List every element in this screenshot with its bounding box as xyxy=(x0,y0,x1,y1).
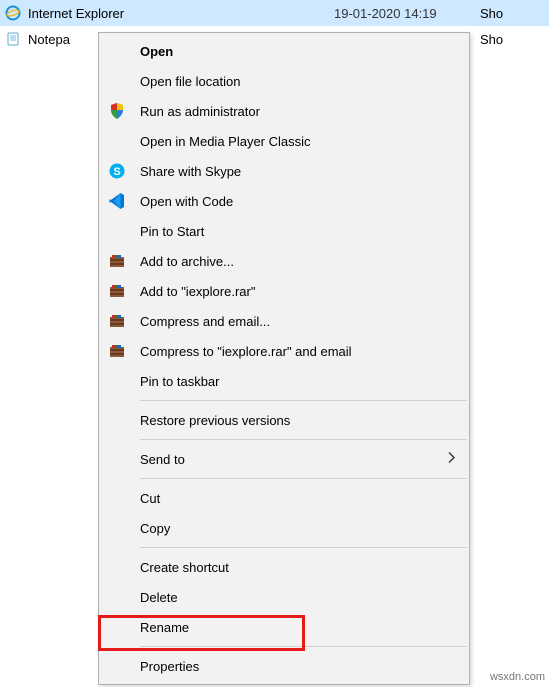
menu-label: Pin to Start xyxy=(140,224,438,239)
vscode-icon xyxy=(106,190,128,212)
file-row-ie[interactable]: Internet Explorer 19-01-2020 14:19 Sho xyxy=(0,0,549,26)
file-name: Internet Explorer xyxy=(28,6,328,21)
blank-icon xyxy=(106,409,128,431)
menu-label: Open file location xyxy=(140,74,438,89)
winrar-icon xyxy=(106,310,128,332)
menu-compress-email[interactable]: Compress and email... xyxy=(100,306,468,336)
menu-label: Cut xyxy=(140,491,438,506)
menu-label: Restore previous versions xyxy=(140,413,438,428)
menu-label: Pin to taskbar xyxy=(140,374,438,389)
file-date: 19-01-2020 14:19 xyxy=(334,6,474,21)
menu-run-as-admin[interactable]: Run as administrator xyxy=(100,96,468,126)
menu-label: Open with Code xyxy=(140,194,438,209)
menu-label: Copy xyxy=(140,521,438,536)
file-type: Sho xyxy=(480,6,510,21)
menu-label: Compress and email... xyxy=(140,314,438,329)
menu-open-with-code[interactable]: Open with Code xyxy=(100,186,468,216)
menu-label: Open xyxy=(140,44,438,59)
menu-open-mpc[interactable]: Open in Media Player Classic xyxy=(100,126,468,156)
menu-compress-iexplore-email[interactable]: Compress to "iexplore.rar" and email xyxy=(100,336,468,366)
menu-label: Compress to "iexplore.rar" and email xyxy=(140,344,438,359)
menu-restore-previous[interactable]: Restore previous versions xyxy=(100,405,468,435)
blank-icon xyxy=(106,448,128,470)
menu-delete[interactable]: Delete xyxy=(100,582,468,612)
blank-icon xyxy=(106,220,128,242)
blank-icon xyxy=(106,655,128,677)
menu-separator xyxy=(140,646,467,647)
menu-properties[interactable]: Properties xyxy=(100,651,468,681)
menu-share-skype[interactable]: S Share with Skype xyxy=(100,156,468,186)
menu-label: Add to archive... xyxy=(140,254,438,269)
menu-pin-taskbar[interactable]: Pin to taskbar xyxy=(100,366,468,396)
menu-separator xyxy=(140,439,467,440)
blank-icon xyxy=(106,70,128,92)
winrar-icon xyxy=(106,280,128,302)
menu-separator xyxy=(140,478,467,479)
svg-text:S: S xyxy=(113,166,120,178)
menu-separator xyxy=(140,547,467,548)
menu-create-shortcut[interactable]: Create shortcut xyxy=(100,552,468,582)
menu-rename[interactable]: Rename xyxy=(100,612,468,642)
notepad-icon xyxy=(4,30,22,48)
winrar-icon xyxy=(106,340,128,362)
menu-label: Rename xyxy=(140,620,438,635)
menu-label: Create shortcut xyxy=(140,560,438,575)
menu-label: Add to "iexplore.rar" xyxy=(140,284,438,299)
blank-icon xyxy=(106,370,128,392)
skype-icon: S xyxy=(106,160,128,182)
context-menu: Open Open file location Run as administr… xyxy=(98,32,470,685)
menu-cut[interactable]: Cut xyxy=(100,483,468,513)
blank-icon xyxy=(106,517,128,539)
menu-send-to[interactable]: Send to xyxy=(100,444,468,474)
winrar-icon xyxy=(106,250,128,272)
menu-open[interactable]: Open xyxy=(100,36,468,66)
menu-label: Open in Media Player Classic xyxy=(140,134,438,149)
chevron-right-icon xyxy=(448,452,456,467)
blank-icon xyxy=(106,586,128,608)
menu-label: Send to xyxy=(140,452,438,467)
menu-copy[interactable]: Copy xyxy=(100,513,468,543)
menu-label: Run as administrator xyxy=(140,104,438,119)
menu-add-archive[interactable]: Add to archive... xyxy=(100,246,468,276)
blank-icon xyxy=(106,40,128,62)
menu-label: Properties xyxy=(140,659,438,674)
menu-label: Share with Skype xyxy=(140,164,438,179)
menu-pin-start[interactable]: Pin to Start xyxy=(100,216,468,246)
menu-open-file-location[interactable]: Open file location xyxy=(100,66,468,96)
blank-icon xyxy=(106,556,128,578)
file-type: Sho xyxy=(480,32,510,47)
shield-icon xyxy=(106,100,128,122)
menu-separator xyxy=(140,400,467,401)
blank-icon xyxy=(106,487,128,509)
blank-icon xyxy=(106,130,128,152)
ie-icon xyxy=(4,4,22,22)
watermark: wsxdn.com xyxy=(490,671,545,683)
menu-add-iexplore-rar[interactable]: Add to "iexplore.rar" xyxy=(100,276,468,306)
menu-label: Delete xyxy=(140,590,438,605)
blank-icon xyxy=(106,616,128,638)
